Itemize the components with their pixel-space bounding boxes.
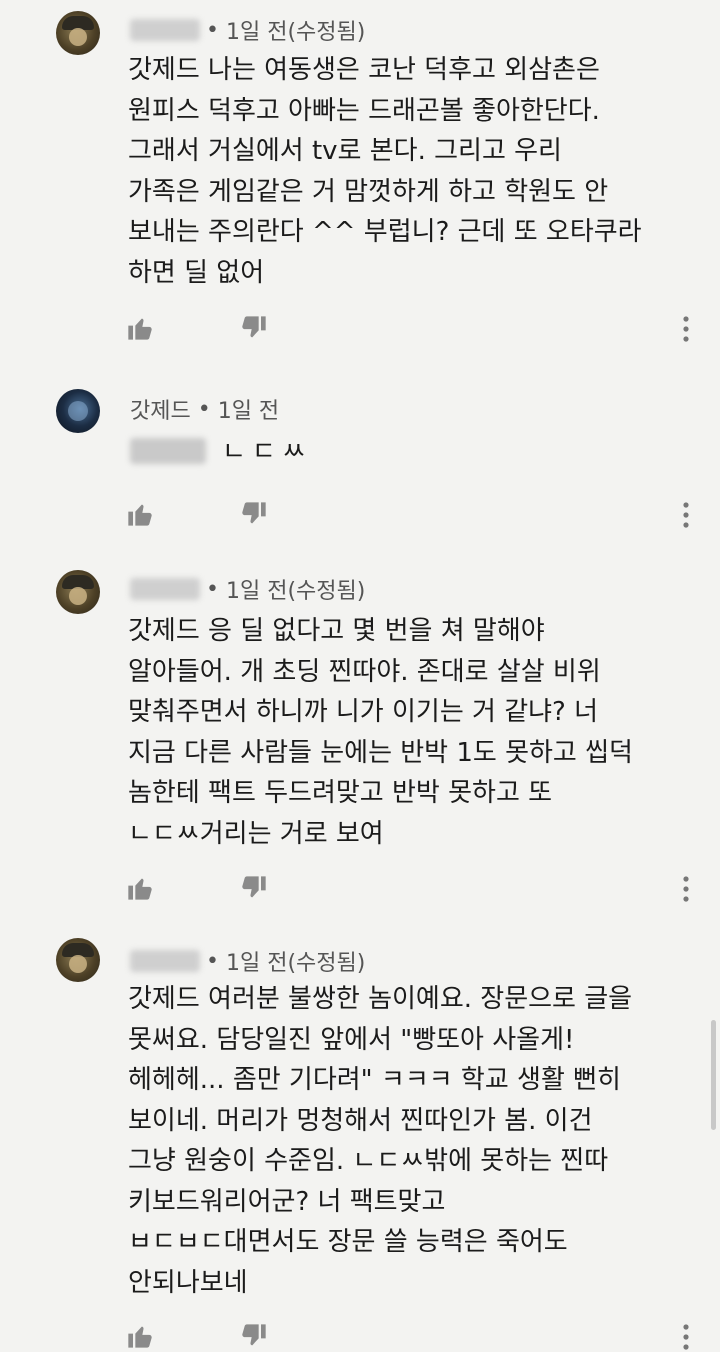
author-name-blurred [130, 578, 200, 600]
author-name-blurred [130, 19, 200, 41]
thumb-down-icon[interactable] [240, 874, 268, 902]
bullet: • [206, 948, 226, 974]
comment-time: 1일 전(수정됨) [225, 951, 366, 976]
comment-meta: • 1일 전(수정됨) [130, 945, 365, 977]
comment-text: 갓제드 나는 여동생은 코난 덕후고 외삼촌은 원피스 덕후고 아빠는 드래곤볼… [128, 55, 642, 288]
bullet: • [190, 396, 218, 422]
author-name-blurred [130, 950, 200, 972]
comment-time: 1일 전(수정됨) [225, 20, 366, 45]
thumb-up-icon[interactable] [126, 314, 154, 342]
avatar[interactable] [56, 389, 100, 433]
comment-actions [126, 314, 706, 344]
avatar[interactable] [56, 11, 100, 55]
avatar[interactable] [56, 938, 100, 982]
avatar[interactable] [56, 570, 100, 614]
thumb-up-icon[interactable] [126, 1322, 154, 1350]
comment-time: 1일 전 [217, 399, 280, 424]
comment-text: ㄴㄷㅆ [222, 437, 312, 467]
comment-time: 1일 전(수정됨) [225, 579, 366, 604]
thumb-down-icon[interactable] [240, 314, 268, 342]
thumb-down-icon[interactable] [240, 500, 268, 528]
comment-text: 갓제드 응 딜 없다고 몇 번을 쳐 말해야 알아들어. 개 초딩 찐따야. 존… [128, 616, 633, 849]
thumb-up-icon[interactable] [126, 500, 154, 528]
bullet: • [206, 576, 226, 602]
more-vert-icon[interactable] [680, 874, 692, 904]
more-vert-icon[interactable] [680, 314, 692, 344]
author-name[interactable]: 갓제드 [130, 393, 191, 425]
more-vert-icon[interactable] [680, 1322, 692, 1352]
comment-actions [126, 1322, 706, 1352]
thumb-up-icon[interactable] [126, 874, 154, 902]
thumb-down-icon[interactable] [240, 1322, 268, 1350]
comment-meta: • 1일 전(수정됨) [130, 14, 365, 46]
comment-meta: • 1일 전(수정됨) [130, 573, 365, 605]
comment-actions [126, 500, 706, 530]
more-vert-icon[interactable] [680, 500, 692, 530]
bullet: • [206, 17, 226, 43]
scrollbar[interactable] [711, 1020, 716, 1130]
comment-actions [126, 874, 706, 904]
comment-meta: 갓제드 • 1일 전 [130, 393, 279, 425]
comment-text: 갓제드 여러분 불쌍한 놈이예요. 장문으로 글을 못써요. 담당일진 앞에서 … [128, 984, 633, 1298]
mention-blurred [130, 438, 206, 464]
